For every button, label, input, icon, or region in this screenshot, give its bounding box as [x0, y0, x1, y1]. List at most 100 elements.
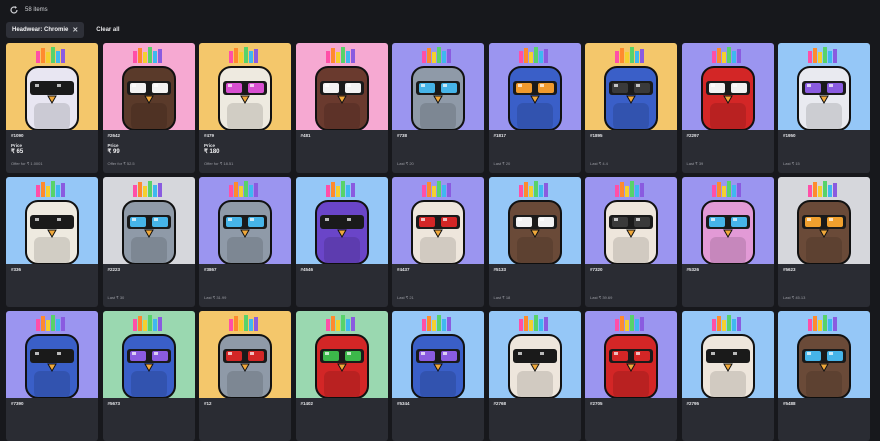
- card-info: #5344: [392, 398, 484, 407]
- last-sale-text: Last ₹ 30: [107, 295, 125, 300]
- nft-image[interactable]: [6, 177, 98, 264]
- nft-card[interactable]: #2768: [488, 311, 581, 441]
- card-info: #2705: [585, 398, 677, 407]
- card-info: #5623: [778, 264, 870, 273]
- nft-card[interactable]: #2642 Price ₹ 99 Offer for ₹ 52.5: [102, 43, 195, 173]
- token-id: #738: [397, 133, 408, 138]
- nft-card[interactable]: #2795: [681, 311, 774, 441]
- nft-card[interactable]: #738 Last ₹ 20: [392, 43, 484, 173]
- owl-avatar: [102, 43, 195, 130]
- nft-image[interactable]: [199, 43, 291, 130]
- nft-image[interactable]: [681, 311, 774, 398]
- close-icon[interactable]: ✕: [72, 26, 78, 34]
- nft-image[interactable]: [295, 311, 388, 398]
- last-sale-text: Offer for ₹ 1.0001: [11, 161, 43, 166]
- nft-card[interactable]: #1402: [295, 311, 388, 441]
- card-info: #479 Price ₹ 180: [199, 130, 291, 156]
- nft-image[interactable]: [199, 311, 291, 398]
- owl-avatar: [199, 43, 291, 130]
- top-bar: 58 items: [0, 0, 880, 20]
- nft-card[interactable]: #12: [199, 311, 291, 441]
- price-value: ₹ 99: [107, 148, 120, 155]
- token-id: #2705: [590, 401, 603, 406]
- owl-avatar: [681, 177, 774, 264]
- nft-image[interactable]: [488, 177, 581, 264]
- nft-card[interactable]: #5326: [681, 177, 774, 307]
- nft-card[interactable]: #5133 Last ₹ 18: [488, 177, 581, 307]
- refresh-icon[interactable]: [9, 5, 19, 15]
- token-id: #4437: [397, 267, 410, 272]
- price-value: ₹ 180: [204, 148, 220, 155]
- last-sale-text: Offer for ₹ 18.51: [204, 161, 234, 166]
- nft-card[interactable]: #5344: [392, 311, 484, 441]
- card-info: #1090 Price ₹ 65: [6, 130, 98, 156]
- nft-image[interactable]: [102, 177, 195, 264]
- nft-image[interactable]: [392, 177, 484, 264]
- last-sale-text: Last ₹ 15: [783, 161, 800, 166]
- card-info: #3867: [199, 264, 291, 273]
- nft-card[interactable]: #1090 Price ₹ 65 Offer for ₹ 1.0001: [6, 43, 98, 173]
- nft-image[interactable]: [681, 43, 774, 130]
- nft-image[interactable]: [778, 43, 870, 130]
- nft-card[interactable]: #4437 Last ₹ 21: [392, 177, 484, 307]
- nft-card[interactable]: #479 Price ₹ 180 Offer for ₹ 18.51: [199, 43, 291, 173]
- nft-card[interactable]: #1895 Last ₹ 4.4: [585, 43, 677, 173]
- nft-image[interactable]: [488, 43, 581, 130]
- card-info: #5326: [682, 264, 774, 273]
- owl-avatar: [488, 311, 581, 398]
- token-id: #1090: [11, 133, 24, 138]
- token-id: #2795: [686, 401, 700, 406]
- nft-image[interactable]: [392, 311, 484, 398]
- card-info: #7390: [6, 398, 98, 407]
- nft-card[interactable]: #3867 Last ₹ 31.99: [199, 177, 291, 307]
- nft-image[interactable]: [778, 311, 870, 398]
- nft-image[interactable]: [199, 177, 291, 264]
- last-sale-text: Last ₹ 45.13: [783, 295, 806, 300]
- nft-card[interactable]: #7390: [6, 311, 98, 441]
- card-info: #2223: [103, 264, 195, 273]
- nft-card[interactable]: #5623 Last ₹ 45.13: [778, 177, 870, 307]
- nft-card[interactable]: #4546: [295, 177, 388, 307]
- owl-avatar: [6, 311, 98, 398]
- nft-image[interactable]: [6, 43, 98, 130]
- nft-card[interactable]: #1817 Last ₹ 20: [488, 43, 581, 173]
- nft-image[interactable]: [102, 43, 195, 130]
- nft-image[interactable]: [778, 177, 870, 264]
- nft-card[interactable]: #5488: [778, 311, 870, 441]
- owl-avatar: [778, 177, 870, 264]
- nft-image[interactable]: [295, 177, 388, 264]
- last-sale-text: Last ₹ 21: [397, 295, 414, 300]
- nft-image[interactable]: [488, 311, 581, 398]
- nft-image[interactable]: [295, 43, 388, 130]
- nft-card[interactable]: #5673: [102, 311, 195, 441]
- owl-avatar: [392, 177, 484, 264]
- last-sale-text: Last ₹ 18: [493, 295, 511, 300]
- nft-image[interactable]: [585, 311, 677, 398]
- token-id: #4546: [300, 267, 314, 272]
- nft-image[interactable]: [585, 177, 677, 264]
- token-id: #7390: [11, 401, 24, 406]
- last-sale-text: Last ₹ 39.69: [590, 295, 613, 300]
- nft-image[interactable]: [681, 177, 774, 264]
- owl-avatar: [392, 311, 484, 398]
- nft-card[interactable]: #2297 Last ₹ 39: [681, 43, 774, 173]
- nft-image[interactable]: [392, 43, 484, 130]
- token-id: #5344: [397, 401, 410, 406]
- nft-card[interactable]: #7320 Last ₹ 39.69: [585, 177, 677, 307]
- nft-card[interactable]: #336: [6, 177, 98, 307]
- filter-chip-headwear[interactable]: Headwear: Chromie ✕: [6, 22, 85, 38]
- token-id: #2223: [107, 267, 121, 272]
- nft-image[interactable]: [6, 311, 98, 398]
- owl-avatar: [778, 311, 870, 398]
- nft-image[interactable]: [102, 311, 195, 398]
- owl-avatar: [199, 177, 291, 264]
- nft-card[interactable]: #481: [295, 43, 388, 173]
- last-sale-text: Offer for ₹ 52.5: [107, 161, 135, 166]
- clear-all-button[interactable]: Clear all: [96, 27, 119, 33]
- nft-card[interactable]: #2223 Last ₹ 30: [102, 177, 195, 307]
- nft-card[interactable]: #2705: [585, 311, 677, 441]
- nft-card[interactable]: #1950 Last ₹ 15: [778, 43, 870, 173]
- token-id: #1402: [300, 401, 314, 406]
- token-id: #7320: [590, 267, 603, 272]
- nft-image[interactable]: [585, 43, 677, 130]
